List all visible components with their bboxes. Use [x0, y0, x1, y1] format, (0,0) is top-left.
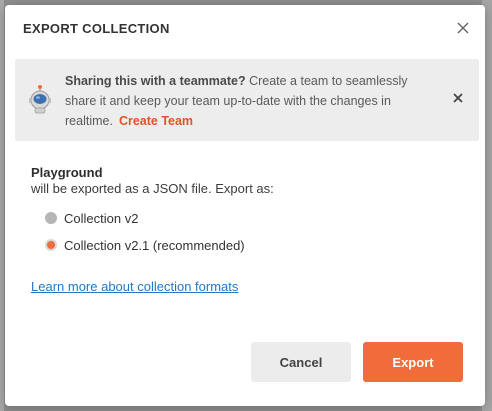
- close-icon: [453, 93, 463, 103]
- cancel-button[interactable]: Cancel: [251, 342, 351, 382]
- dialog-title: EXPORT COLLECTION: [23, 21, 170, 36]
- banner-bold-text: Sharing this with a teammate?: [65, 74, 246, 88]
- learn-more-link[interactable]: Learn more about collection formats: [31, 279, 238, 294]
- export-button[interactable]: Export: [363, 342, 463, 382]
- dialog-header: EXPORT COLLECTION: [5, 5, 485, 51]
- close-icon: [457, 22, 469, 34]
- radio-collection-v2[interactable]: Collection v2: [45, 209, 138, 227]
- astronaut-icon: [26, 84, 54, 116]
- close-button[interactable]: [453, 18, 473, 38]
- banner-message: Sharing this with a teammate? Create a t…: [65, 71, 440, 131]
- radio-label: Collection v2: [64, 210, 139, 226]
- create-team-link[interactable]: Create Team: [119, 114, 193, 128]
- radio-label: Collection v2.1 (recommended): [64, 237, 245, 253]
- banner-close-button[interactable]: [451, 91, 465, 105]
- radio-button-selected[interactable]: [45, 239, 57, 251]
- export-description: will be exported as a JSON file. Export …: [31, 181, 274, 196]
- radio-button-unselected[interactable]: [45, 212, 57, 224]
- team-share-banner: Sharing this with a teammate? Create a t…: [15, 59, 479, 141]
- export-collection-dialog: EXPORT COLLECTION Sharing this with a te…: [5, 5, 485, 406]
- background-page-edge: [0, 0, 4, 411]
- radio-collection-v2-1[interactable]: Collection v2.1 (recommended): [45, 236, 245, 254]
- collection-name: Playground: [31, 165, 103, 180]
